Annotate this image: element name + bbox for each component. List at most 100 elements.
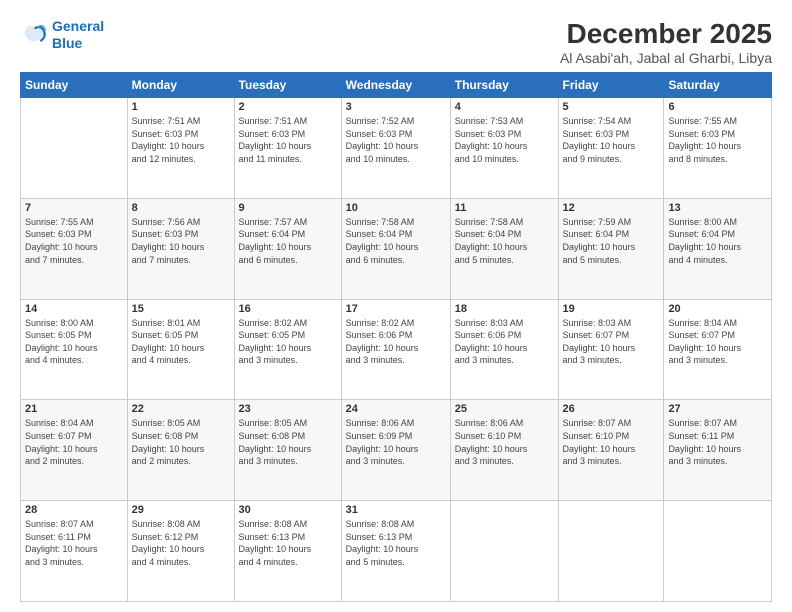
day-number: 28 [25, 504, 123, 516]
day-info: Sunrise: 8:05 AM Sunset: 6:08 PM Dayligh… [239, 417, 337, 467]
day-number: 29 [132, 504, 230, 516]
day-cell: 9Sunrise: 7:57 AM Sunset: 6:04 PM Daylig… [234, 198, 341, 299]
day-info: Sunrise: 7:58 AM Sunset: 6:04 PM Dayligh… [455, 216, 554, 266]
day-cell: 26Sunrise: 8:07 AM Sunset: 6:10 PM Dayli… [558, 400, 664, 501]
day-info: Sunrise: 8:06 AM Sunset: 6:10 PM Dayligh… [455, 417, 554, 467]
day-cell: 3 Sunrise: 7:52 AM Sunset: 6:03 PM Daylig… [341, 98, 450, 199]
col-thursday: Thursday [450, 73, 558, 98]
day-cell: 23 Sunrise: 8:05 AM Sunset: 6:08 PM Dayli… [234, 400, 341, 501]
col-wednesday: Wednesday [341, 73, 450, 98]
day-cell: 12Sunrise: 7:59 AM Sunset: 6:04 PM Dayli… [558, 198, 664, 299]
day-cell: 17 Sunrise: 8:02 AM Sunset: 6:06 PM Dayli… [341, 299, 450, 400]
day-cell [450, 501, 558, 602]
day-cell [21, 98, 128, 199]
day-info: Sunrise: 7:58 AM Sunset: 6:04 PM Dayligh… [346, 216, 446, 266]
day-info: Sunrise: 7:56 AM Sunset: 6:03 PM Dayligh… [132, 216, 230, 266]
day-cell: 31Sunrise: 8:08 AM Sunset: 6:13 PM Dayli… [341, 501, 450, 602]
col-sunday: Sunday [21, 73, 128, 98]
day-info: Sunrise: 7:52 AM Sunset: 6:03 PM Dayligh… [346, 115, 446, 165]
day-number: 10 [346, 202, 446, 214]
day-info: Sunrise: 8:07 AM Sunset: 6:11 PM Dayligh… [668, 417, 767, 467]
day-info: Sunrise: 7:55 AM Sunset: 6:03 PM Dayligh… [25, 216, 123, 266]
day-cell: 18 Sunrise: 8:03 AM Sunset: 6:06 PM Dayli… [450, 299, 558, 400]
day-cell: 21 Sunrise: 8:04 AM Sunset: 6:07 PM Dayli… [21, 400, 128, 501]
day-number: 8 [132, 202, 230, 214]
day-info: Sunrise: 8:02 AM Sunset: 6:06 PM Dayligh… [346, 317, 446, 367]
day-info: Sunrise: 8:00 AM Sunset: 6:04 PM Dayligh… [668, 216, 767, 266]
col-tuesday: Tuesday [234, 73, 341, 98]
day-cell: 29 Sunrise: 8:08 AM Sunset: 6:12 PM Dayli… [127, 501, 234, 602]
day-number: 24 [346, 403, 446, 415]
logo-text: General Blue [52, 18, 104, 52]
day-number: 3 [346, 101, 446, 113]
week-row-1: 1 Sunrise: 7:51 AM Sunset: 6:03 PM Daylig… [21, 98, 772, 199]
day-number: 30 [239, 504, 337, 516]
day-number: 27 [668, 403, 767, 415]
week-row-4: 21 Sunrise: 8:04 AM Sunset: 6:07 PM Dayli… [21, 400, 772, 501]
day-info: Sunrise: 8:00 AM Sunset: 6:05 PM Dayligh… [25, 317, 123, 367]
day-number: 21 [25, 403, 123, 415]
day-info: Sunrise: 7:55 AM Sunset: 6:03 PM Dayligh… [668, 115, 767, 165]
day-info: Sunrise: 8:04 AM Sunset: 6:07 PM Dayligh… [25, 417, 123, 467]
day-number: 19 [563, 303, 660, 315]
day-cell: 14 Sunrise: 8:00 AM Sunset: 6:05 PM Dayli… [21, 299, 128, 400]
day-cell: 19 Sunrise: 8:03 AM Sunset: 6:07 PM Dayli… [558, 299, 664, 400]
day-cell: 27 Sunrise: 8:07 AM Sunset: 6:11 PM Dayli… [664, 400, 772, 501]
day-number: 11 [455, 202, 554, 214]
day-info: Sunrise: 8:03 AM Sunset: 6:07 PM Dayligh… [563, 317, 660, 367]
day-cell: 11 Sunrise: 7:58 AM Sunset: 6:04 PM Dayli… [450, 198, 558, 299]
day-number: 23 [239, 403, 337, 415]
day-info: Sunrise: 8:03 AM Sunset: 6:06 PM Dayligh… [455, 317, 554, 367]
day-info: Sunrise: 8:06 AM Sunset: 6:09 PM Dayligh… [346, 417, 446, 467]
day-number: 14 [25, 303, 123, 315]
day-cell: 6 Sunrise: 7:55 AM Sunset: 6:03 PM Daylig… [664, 98, 772, 199]
day-number: 26 [563, 403, 660, 415]
day-number: 5 [563, 101, 660, 113]
day-cell: 2 Sunrise: 7:51 AM Sunset: 6:03 PM Daylig… [234, 98, 341, 199]
day-cell: 7Sunrise: 7:55 AM Sunset: 6:03 PM Daylig… [21, 198, 128, 299]
col-friday: Friday [558, 73, 664, 98]
page: General Blue December 2025 Al Asabi'ah, … [0, 0, 792, 612]
sub-title: Al Asabi'ah, Jabal al Gharbi, Libya [560, 50, 772, 66]
day-number: 18 [455, 303, 554, 315]
day-info: Sunrise: 7:51 AM Sunset: 6:03 PM Dayligh… [239, 115, 337, 165]
day-cell: 30 Sunrise: 8:08 AM Sunset: 6:13 PM Dayli… [234, 501, 341, 602]
day-number: 2 [239, 101, 337, 113]
day-info: Sunrise: 8:07 AM Sunset: 6:11 PM Dayligh… [25, 518, 123, 568]
day-number: 9 [239, 202, 337, 214]
day-info: Sunrise: 8:08 AM Sunset: 6:13 PM Dayligh… [239, 518, 337, 568]
day-number: 12 [563, 202, 660, 214]
week-row-2: 7Sunrise: 7:55 AM Sunset: 6:03 PM Daylig… [21, 198, 772, 299]
title-section: December 2025 Al Asabi'ah, Jabal al Ghar… [560, 18, 772, 66]
day-number: 20 [668, 303, 767, 315]
day-cell: 8 Sunrise: 7:56 AM Sunset: 6:03 PM Daylig… [127, 198, 234, 299]
day-cell: 20Sunrise: 8:04 AM Sunset: 6:07 PM Dayli… [664, 299, 772, 400]
day-info: Sunrise: 8:01 AM Sunset: 6:05 PM Dayligh… [132, 317, 230, 367]
day-cell: 15 Sunrise: 8:01 AM Sunset: 6:05 PM Dayli… [127, 299, 234, 400]
day-info: Sunrise: 8:08 AM Sunset: 6:12 PM Dayligh… [132, 518, 230, 568]
day-number: 17 [346, 303, 446, 315]
week-row-5: 28 Sunrise: 8:07 AM Sunset: 6:11 PM Dayli… [21, 501, 772, 602]
day-info: Sunrise: 8:05 AM Sunset: 6:08 PM Dayligh… [132, 417, 230, 467]
day-cell: 4Sunrise: 7:53 AM Sunset: 6:03 PM Daylig… [450, 98, 558, 199]
day-number: 1 [132, 101, 230, 113]
week-row-3: 14 Sunrise: 8:00 AM Sunset: 6:05 PM Dayli… [21, 299, 772, 400]
day-cell: 10 Sunrise: 7:58 AM Sunset: 6:04 PM Dayli… [341, 198, 450, 299]
day-number: 16 [239, 303, 337, 315]
main-title: December 2025 [560, 18, 772, 50]
day-cell: 16 Sunrise: 8:02 AM Sunset: 6:05 PM Dayli… [234, 299, 341, 400]
day-cell [664, 501, 772, 602]
day-number: 25 [455, 403, 554, 415]
day-info: Sunrise: 8:02 AM Sunset: 6:05 PM Dayligh… [239, 317, 337, 367]
day-number: 6 [668, 101, 767, 113]
day-info: Sunrise: 7:51 AM Sunset: 6:03 PM Dayligh… [132, 115, 230, 165]
day-number: 15 [132, 303, 230, 315]
day-cell: 13Sunrise: 8:00 AM Sunset: 6:04 PM Dayli… [664, 198, 772, 299]
col-saturday: Saturday [664, 73, 772, 98]
logo-icon [20, 21, 48, 49]
day-cell: 25 Sunrise: 8:06 AM Sunset: 6:10 PM Dayli… [450, 400, 558, 501]
day-number: 22 [132, 403, 230, 415]
day-info: Sunrise: 8:08 AM Sunset: 6:13 PM Dayligh… [346, 518, 446, 568]
day-cell: 1 Sunrise: 7:51 AM Sunset: 6:03 PM Daylig… [127, 98, 234, 199]
header: General Blue December 2025 Al Asabi'ah, … [20, 18, 772, 66]
